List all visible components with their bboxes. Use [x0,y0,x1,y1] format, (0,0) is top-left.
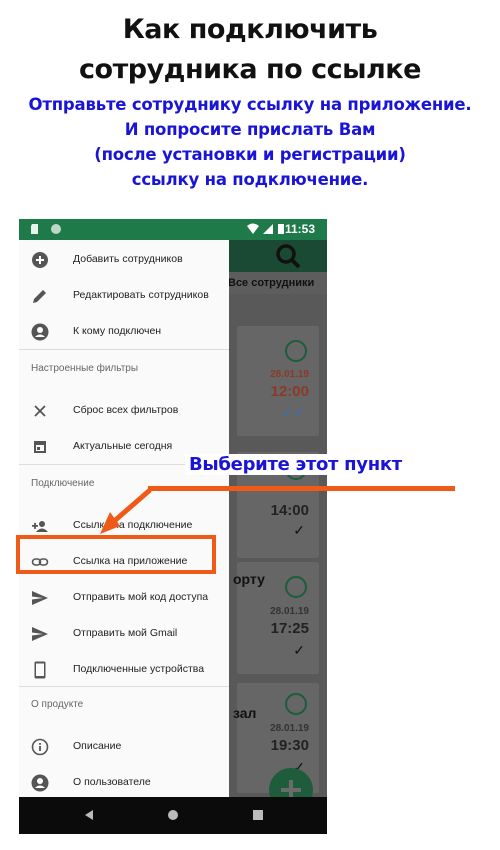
status-bar: 11:53 [19,219,327,240]
menu-item-label: Отправить мой Gmail [73,627,178,639]
person-add-icon [32,521,48,532]
check-icon: ✓ [293,642,305,658]
status-circle-icon[interactable] [285,576,307,598]
close-icon [34,405,46,417]
callout-text: Выберите этот пункт [185,454,406,475]
menu-item-connected-devices[interactable]: Подключенные устройства [19,652,229,688]
menu-item-connected-to[interactable]: К кому подключен [19,314,229,350]
event-card[interactable]: орту 28.01.19 17:25 ✓ [233,562,319,674]
menu-item-label: Отправить мой код доступа [73,591,209,603]
subtitle-line1: Отправьте сотруднику ссылку на приложени… [28,95,472,114]
clock: 11:53 [284,222,315,236]
card-date: 28.01.19 [270,723,309,734]
menu-item-label: Сброс всех фильтров [73,404,179,416]
divider [19,349,229,350]
card-time: 12:00 [270,383,309,400]
card-time: 14:00 [270,502,309,519]
double-check-icon: ✓✓ [281,404,305,420]
menu-item-label: Описание [73,740,122,752]
menu-item-label: Актуальные сегодня [73,440,173,452]
menu-item-send-gmail[interactable]: Отправить мой Gmail [19,616,229,652]
circle-notification-icon [51,224,61,234]
navigation-drawer: Добавить сотрудников Редактировать сотру… [19,240,229,797]
divider [19,686,229,687]
home-icon[interactable] [167,809,179,821]
page-title-line1: Как подключить [122,14,378,45]
callout-line [148,486,455,491]
menu-item-label: Добавить сотрудников [73,253,183,265]
send-icon [32,627,48,641]
menu-item-description[interactable]: Описание [19,729,229,765]
event-card[interactable]: 28.01.19 12:00 ✓✓ [237,326,319,436]
menu-item-label: К кому подключен [73,325,162,337]
signal-icon [263,224,273,234]
send-icon [32,591,48,605]
status-circle-icon[interactable] [285,693,307,715]
card-title: зал [233,705,257,721]
card-date: 28.01.19 [270,369,309,380]
system-navigation-bar [19,797,327,834]
wifi-icon [247,223,259,234]
subtitle-line3: (после установки и регистрации) [94,145,406,164]
sd-card-icon [31,224,38,234]
check-icon: ✓ [293,522,305,538]
page-title-line2: сотрудника по ссылке [79,54,421,85]
app-background: Все сотрудники 28.01.19 12:00 ✓✓ 14:00 ✓… [19,240,327,797]
search-icon[interactable] [275,243,301,269]
phone-device-icon [34,661,46,679]
info-icon [31,738,49,756]
phone-screen: 11:53 Все сотрудники 28.01.19 12:00 ✓✓ 1… [19,219,327,834]
section-header-filters: Настроенные фильтры [31,363,139,374]
section-header-connection: Подключение [31,478,95,489]
tab-all-employees[interactable]: Все сотрудники [228,277,314,289]
subtitle-line2: И попросите прислать Вам [124,120,376,139]
menu-item-label: Подключенные устройства [73,663,205,675]
menu-item-label: Редактировать сотрудников [73,289,209,301]
calendar-icon [34,441,46,453]
back-icon[interactable] [83,809,95,821]
status-circle-icon[interactable] [285,340,307,362]
menu-item-send-access-code[interactable]: Отправить мой код доступа [19,580,229,616]
card-title: орту [233,571,265,587]
person-badge-icon [31,323,49,341]
menu-item-edit-employees[interactable]: Редактировать сотрудников [19,278,229,314]
menu-item-label: О пользователе [73,776,151,788]
menu-item-add-employees[interactable]: Добавить сотрудников [19,242,229,278]
menu-item-label: Ссылка на подключение [73,519,193,531]
card-time: 17:25 [270,620,309,637]
recents-icon[interactable] [253,810,263,820]
menu-item-about-user[interactable]: О пользователе [19,765,229,797]
card-time: 19:30 [270,737,309,754]
menu-item-reset-filters[interactable]: Сброс всех фильтров [19,393,229,429]
person-badge-icon [31,774,49,792]
add-circle-icon [32,252,48,268]
section-header-about: О продукте [31,699,84,710]
subtitle-line4: ссылку на подключение. [131,170,369,189]
card-date: 28.01.19 [270,606,309,617]
highlight-box [16,535,216,574]
edit-pencil-icon [33,290,46,303]
